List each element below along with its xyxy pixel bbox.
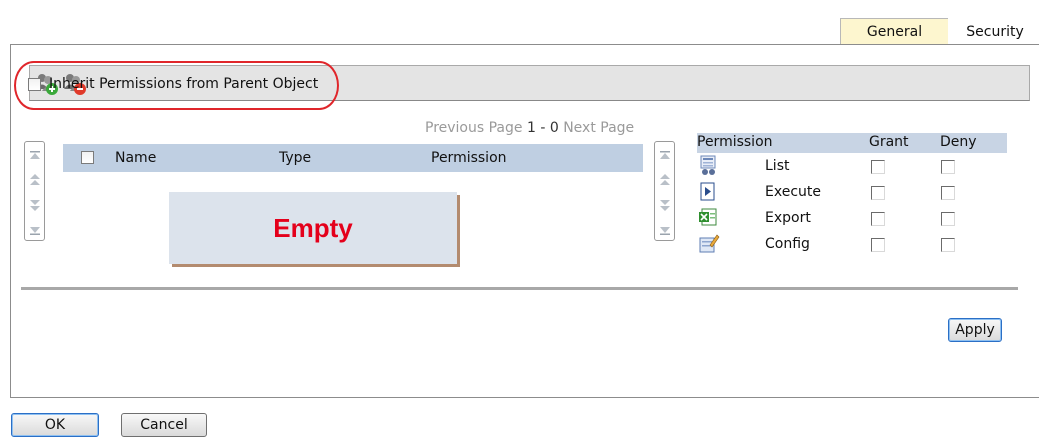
permission-row-config: Config <box>697 231 1007 257</box>
inherit-permissions-row[interactable]: Inherit Permissions from Parent Object <box>28 76 318 92</box>
inherit-permissions-label: Inherit Permissions from Parent Object <box>49 76 319 92</box>
deny-checkbox-config[interactable] <box>941 238 955 252</box>
tab-general[interactable]: General <box>840 18 948 45</box>
tab-security[interactable]: Security <box>948 18 1039 45</box>
next-page-link[interactable]: Next Page <box>563 120 634 136</box>
pager: Previous Page 1 - 0 Next Page <box>425 120 634 136</box>
permission-label: Execute <box>765 184 821 200</box>
empty-placeholder: Empty <box>169 192 457 264</box>
transfer-nav-column <box>654 141 675 241</box>
permission-row-export: Export <box>697 205 1007 231</box>
column-header-type[interactable]: Type <box>279 150 311 166</box>
permission-row-list: List <box>697 153 1007 179</box>
prev-page-link[interactable]: Previous Page <box>425 120 523 136</box>
section-divider <box>21 287 1018 290</box>
grant-checkbox-config[interactable] <box>871 238 885 252</box>
move-bottom-icon[interactable] <box>659 224 671 236</box>
move-bottom-icon[interactable] <box>29 224 41 236</box>
permission-row-execute: Execute <box>697 179 1007 205</box>
permissions-table-header: Permission Grant Deny <box>697 133 1007 153</box>
members-nav-column <box>24 141 45 241</box>
export-excel-icon <box>698 207 720 229</box>
deny-checkbox-list[interactable] <box>941 160 955 174</box>
column-header-grant: Grant <box>869 134 909 150</box>
page-range: 1 - 0 <box>526 120 559 136</box>
ok-button[interactable]: OK <box>11 413 99 437</box>
config-edit-icon <box>698 233 720 255</box>
grant-checkbox-execute[interactable] <box>871 186 885 200</box>
members-table-header: Name Type Permission <box>63 144 643 172</box>
move-up-icon[interactable] <box>29 174 41 186</box>
column-header-permission: Permission <box>697 134 773 150</box>
permissions-table: Permission Grant Deny List Execute Expor… <box>697 133 1007 257</box>
select-all-checkbox[interactable] <box>81 151 94 164</box>
column-header-deny: Deny <box>940 134 977 150</box>
move-down-icon[interactable] <box>29 199 41 211</box>
list-icon <box>698 155 720 177</box>
column-header-name[interactable]: Name <box>115 150 156 166</box>
move-up-icon[interactable] <box>659 174 671 186</box>
deny-checkbox-execute[interactable] <box>941 186 955 200</box>
apply-button[interactable]: Apply <box>948 318 1002 342</box>
move-down-icon[interactable] <box>659 199 671 211</box>
permission-label: List <box>765 158 790 174</box>
deny-checkbox-export[interactable] <box>941 212 955 226</box>
permission-label: Export <box>765 210 811 226</box>
cancel-button[interactable]: Cancel <box>121 413 207 437</box>
permission-label: Config <box>765 236 810 252</box>
grant-checkbox-list[interactable] <box>871 160 885 174</box>
grant-checkbox-export[interactable] <box>871 212 885 226</box>
inherit-permissions-checkbox[interactable] <box>28 77 41 91</box>
tab-bar: General Security <box>840 18 1039 45</box>
execute-icon <box>698 181 720 203</box>
move-top-icon[interactable] <box>29 150 41 162</box>
column-header-permission[interactable]: Permission <box>431 150 507 166</box>
move-top-icon[interactable] <box>659 150 671 162</box>
